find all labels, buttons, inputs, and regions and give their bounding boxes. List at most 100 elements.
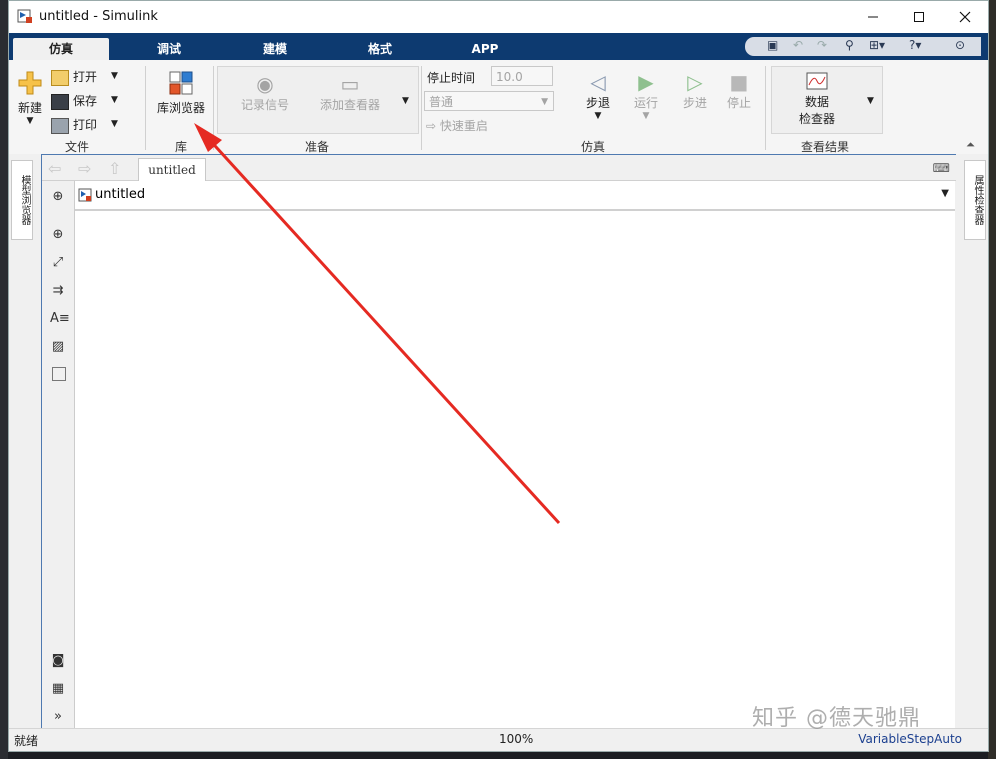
library-browser-button[interactable]: 库浏览器	[155, 70, 207, 116]
open-dropdown-caret[interactable]: ▼	[111, 71, 118, 81]
desktop-background-right	[988, 0, 996, 759]
chevron-down-icon: ▼	[594, 111, 602, 121]
step-forward-button[interactable]: ▷ 步进	[679, 70, 711, 111]
annotation-icon[interactable]: A≡	[50, 311, 70, 327]
step-back-button[interactable]: ◁ 步退 ▼	[582, 70, 614, 121]
step-forward-icon: ▷	[687, 70, 703, 94]
save-button[interactable]: 保存	[51, 92, 97, 110]
close-button[interactable]	[942, 1, 988, 33]
back-arrow-icon[interactable]: ⇦	[48, 159, 61, 178]
model-path-text: untitled	[95, 187, 146, 202]
open-button[interactable]: 打开	[51, 68, 97, 86]
step-back-icon: ◁	[590, 70, 606, 94]
library-grid-icon	[169, 71, 193, 95]
editor-inner: ⇦ ⇨ ⇧ untitled ⌨ untitled ▼ ⊕ ⊕ ⤢ ⇉ A≡ ▨…	[42, 155, 956, 730]
stop-button[interactable]: ■ 停止	[723, 70, 755, 111]
log-signals-button[interactable]: ◉ 记录信号	[239, 72, 291, 113]
model-browser-icon[interactable]: ▦	[50, 681, 66, 697]
chevron-down-icon: ▼	[26, 116, 34, 126]
model-canvas[interactable]	[74, 211, 955, 730]
minimize-button[interactable]	[850, 1, 896, 33]
library-browser-label: 库浏览器	[156, 101, 205, 115]
fit-to-view-icon[interactable]: ⤢	[50, 255, 66, 271]
save-label: 保存	[73, 94, 98, 108]
undo-icon[interactable]: ↶	[793, 38, 803, 52]
print-button[interactable]: 打印	[51, 116, 97, 134]
save-icon[interactable]: ▣	[767, 38, 778, 52]
stop-label: 停止	[726, 96, 751, 110]
wifi-signal-icon: ◉	[256, 72, 274, 96]
image-icon[interactable]: ▨	[50, 339, 66, 355]
simulink-model-icon	[17, 9, 32, 23]
add-viewer-label: 添加查看器	[319, 98, 380, 112]
ribbon-divider	[213, 66, 214, 150]
ribbon-divider	[421, 66, 422, 150]
arrow-connect-icon[interactable]: ⇉	[50, 283, 66, 299]
new-model-label: 新建	[17, 101, 42, 115]
tab-format[interactable]: 格式	[340, 38, 420, 60]
data-inspector-icon	[806, 72, 828, 90]
run-button[interactable]: ▶ 运行 ▼	[629, 70, 663, 121]
chevron-down-icon[interactable]: ▼	[941, 188, 949, 199]
expand-more-icon[interactable]: »	[50, 709, 66, 725]
help-icon[interactable]: ?▾	[909, 38, 921, 52]
camera-icon[interactable]: ◙	[50, 653, 66, 669]
ribbon-divider	[765, 66, 766, 150]
new-plus-icon	[18, 71, 42, 95]
save-dropdown-caret[interactable]: ▼	[111, 95, 118, 105]
ribbon-tab-bar: 仿真 调试 建模 格式 APP ▣ ↶ ↷ ⚲ ⊞▾ ?▾ ⊙	[9, 33, 988, 60]
zoom-level: 100%	[499, 732, 534, 746]
printer-icon	[51, 117, 69, 134]
property-inspector-tab[interactable]: 属性检查器	[964, 160, 986, 240]
print-dropdown-caret[interactable]: ▼	[111, 119, 118, 129]
search-icon[interactable]: ⚲	[845, 38, 854, 52]
maximize-button[interactable]	[896, 1, 942, 33]
hierarchy-icon[interactable]: ⊞▾	[869, 38, 885, 52]
prepare-gallery-expand[interactable]: ▼	[402, 96, 409, 106]
tab-debug[interactable]: 调试	[129, 38, 209, 60]
quick-access-toolbar: ▣ ↶ ↷ ⚲ ⊞▾ ?▾ ⊙	[745, 37, 981, 56]
data-inspector-button[interactable]: 数据 检查器	[789, 72, 845, 127]
editor-nav-bar: ⇦ ⇨ ⇧ untitled ⌨	[42, 155, 956, 181]
stop-time-input[interactable]: 10.0	[491, 66, 553, 86]
desktop-background-left	[0, 0, 8, 759]
minimize-icon	[868, 16, 878, 18]
zoom-in-icon[interactable]: ⊕	[50, 227, 66, 243]
print-label: 打印	[73, 118, 98, 132]
prepare-section-label: 准备	[305, 140, 330, 154]
floppy-icon	[51, 93, 69, 110]
tab-simulation[interactable]: 仿真	[13, 38, 109, 60]
up-arrow-icon[interactable]: ⇧	[108, 159, 121, 178]
model-browser-tab[interactable]: 模型浏览器	[11, 160, 33, 240]
stop-icon: ■	[729, 70, 749, 94]
collapse-ribbon-icon[interactable]: ⊙	[955, 38, 965, 52]
data-inspector-label-line1: 数据	[804, 95, 829, 109]
hide-palette-icon[interactable]: ⊕	[50, 189, 66, 205]
file-section-label: 文件	[65, 140, 90, 154]
results-gallery-expand[interactable]: ▼	[867, 96, 874, 106]
ribbon-toolstrip: 新建 ▼ 打开 ▼ 保存 ▼ 打印 ▼ 文件 库浏览器 库 ◉ 记录信号 ▭ 添…	[9, 60, 988, 155]
document-tab[interactable]: untitled	[138, 158, 206, 181]
keyboard-icon[interactable]: ⌨	[933, 161, 950, 175]
chevron-down-icon: ▼	[642, 111, 650, 121]
model-address-bar[interactable]: untitled ▼	[74, 181, 955, 211]
new-model-button[interactable]: 新建 ▼	[15, 70, 45, 126]
model-editor: ⇦ ⇨ ⇧ untitled ⌨ untitled ▼ ⊕ ⊕ ⤢ ⇉ A≡ ▨…	[41, 154, 957, 731]
redo-icon[interactable]: ↷	[817, 38, 827, 52]
solver-link[interactable]: VariableStepAuto	[858, 732, 962, 746]
forward-arrow-icon[interactable]: ⇨	[78, 159, 91, 178]
area-box-icon[interactable]	[52, 367, 66, 381]
simulation-mode-select[interactable]: 普通 ▼	[424, 91, 554, 111]
tab-apps[interactable]: APP	[445, 38, 525, 60]
close-icon	[959, 11, 971, 23]
open-label: 打开	[73, 70, 98, 84]
fast-restart-toggle[interactable]: ⇨ 快速重启	[426, 117, 488, 134]
viewer-monitor-icon: ▭	[340, 72, 360, 96]
run-label: 运行	[633, 96, 658, 110]
log-signals-label: 记录信号	[240, 98, 289, 112]
add-viewer-button[interactable]: ▭ 添加查看器	[315, 72, 385, 113]
tab-modeling[interactable]: 建模	[235, 38, 315, 60]
collapse-up-icon[interactable]: ⏶	[966, 138, 975, 152]
chevron-down-icon: ▼	[541, 97, 548, 107]
stop-time-label: 停止时间	[427, 71, 476, 85]
